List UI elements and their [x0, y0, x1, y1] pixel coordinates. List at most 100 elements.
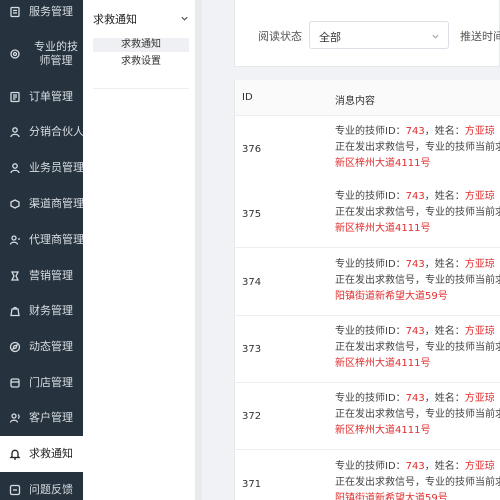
message-line-1: 专业的技师ID：743，姓名：方亚琼 [335, 257, 500, 273]
chevron-down-icon [180, 13, 189, 26]
technician-id: 743 [405, 259, 425, 270]
store-icon [7, 375, 23, 391]
technician-name: 方亚琼 [464, 126, 495, 137]
message-table: ID 消息内容 376 专业的技师ID：743，姓名：方亚琼 正在发出求救信号，专业… [234, 80, 500, 500]
table-row[interactable]: 371 专业的技师ID：743，姓名：方亚琼正在发出求救信号，专业的技师当前求阳镇… [235, 451, 500, 500]
message-prefix: 专业的技师ID： [335, 259, 406, 270]
message-prefix: 专业的技师ID： [335, 191, 406, 202]
message-line-2: 正在发出求救信号，专业的技师当前求 [335, 142, 500, 153]
dynamic-icon [7, 339, 23, 355]
sidebar-item-service[interactable]: 服务管理 [0, 2, 83, 22]
main-sidebar: 服务管理 专业的技师管理 订单管理 分销合伙人 业务员管理 渠道商管理 代理商管… [0, 0, 83, 500]
submenu-panel: 求救通知 求救通知 求救设置 [83, 0, 196, 500]
submenu-group-header[interactable]: 求救通知 [93, 12, 189, 26]
table-row[interactable]: 374 专业的技师ID：743，姓名：方亚琼正在发出求救信号，专业的技师当前求 阳镇… [235, 249, 500, 316]
technician-id: 743 [405, 461, 425, 472]
table-row[interactable]: 375 专业的技师ID：743，姓名：方亚琼 正在发出求救信号，专业的技师当前求 新区… [235, 181, 500, 248]
row-message: 专业的技师ID：743，姓名：方亚琼 正在发出求救信号，专业的技师当前求 新区梓州大… [335, 189, 500, 237]
technician-id: 743 [405, 326, 425, 337]
technician-icon [7, 46, 23, 62]
filter-bar: 阅读状态 全部 推送时间 [234, 0, 500, 67]
message-prefix: 专业的技师ID： [335, 326, 406, 337]
agent-icon [7, 232, 23, 248]
row-id: 376 [242, 144, 262, 155]
submenu-title: 求救通知 [93, 13, 137, 26]
table-row[interactable]: 373 专业的技师ID：743，姓名：方亚琼正在发出求救信号，专业的技师当前求 新区… [235, 316, 500, 383]
content-gap-strip [196, 0, 202, 500]
partner-icon [7, 124, 23, 140]
feedback-icon [7, 482, 23, 498]
sidebar-item-customer[interactable]: 客户管理 [0, 409, 83, 427]
message-name-prefix: ，姓名： [424, 326, 465, 337]
message-prefix: 专业的技师ID： [335, 393, 406, 404]
table-row[interactable]: 376 专业的技师ID：743，姓名：方亚琼正在发出求救信号，专业的技师当前求 新区… [235, 116, 500, 183]
read-status-select[interactable]: 全部 [309, 21, 449, 49]
sidebar-item-dynamic[interactable]: 动态管理 [0, 338, 83, 356]
sidebar-item-salesman[interactable]: 业务员管理 [0, 159, 83, 177]
order-icon [7, 89, 23, 105]
push-time-label: 推送时间 [460, 30, 500, 43]
service-icon [7, 4, 23, 20]
salesman-icon [7, 160, 23, 176]
row-message: 专业的技师ID：743，姓名：方亚琼 正在发出求救信号，专业的技师当前求 新区梓州大… [335, 391, 500, 439]
row-id: 375 [242, 209, 262, 220]
submenu-item-sos-settings[interactable]: 求救设置 [93, 55, 189, 69]
row-message: 专业的技师ID：743，姓名：方亚琼正在发出求救信号，专业的技师当前求 新区梓州大… [335, 324, 500, 372]
sidebar-item-marketing[interactable]: 营销管理 [0, 267, 83, 285]
column-header-id: ID [242, 92, 253, 103]
row-id: 371 [242, 479, 262, 490]
message-line-2: 正在发出求救信号，专业的技师当前求 [335, 275, 500, 286]
row-message: 专业的技师ID：743，姓名：方亚琼正在发出求救信号，专业的技师当前求 阳镇街道新… [335, 257, 500, 305]
sidebar-item-partner[interactable]: 分销合伙人 [0, 123, 83, 141]
app-root: 服务管理 专业的技师管理 订单管理 分销合伙人 业务员管理 渠道商管理 代理商管… [0, 0, 500, 500]
technician-id: 743 [405, 126, 425, 137]
row-id: 373 [242, 344, 262, 355]
marketing-icon [7, 268, 23, 284]
row-message: 专业的技师ID：743，姓名：方亚琼正在发出求救信号，专业的技师当前求 新区梓州大… [335, 124, 500, 172]
submenu-item-sos-notice[interactable]: 求救通知 [93, 38, 189, 52]
row-id: 374 [242, 277, 262, 288]
message-name-prefix: ，姓名： [424, 126, 465, 137]
message-address: 新区梓州大道4111号 [335, 158, 431, 169]
table-row[interactable]: 372 专业的技师ID：743，姓名：方亚琼 正在发出求救信号，专业的技师当前求 新区… [235, 383, 500, 450]
technician-name: 方亚琼 [464, 259, 495, 270]
table-header: ID 消息内容 [235, 80, 500, 116]
row-message: 专业的技师ID：743，姓名：方亚琼正在发出求救信号，专业的技师当前求阳镇街道新… [335, 459, 500, 500]
message-line-1: 专业的技师ID：743，姓名：方亚琼 [335, 459, 500, 475]
message-line-1: 专业的技师ID：743，姓名：方亚琼 [335, 324, 500, 340]
channel-icon [7, 196, 23, 212]
message-line-2: 正在发出求救信号，专业的技师当前求 [335, 207, 500, 218]
message-address: 新区梓州大道4111号 [335, 425, 431, 436]
message-line-1: 专业的技师ID：743，姓名：方亚琼 [335, 391, 500, 407]
message-line-1: 专业的技师ID：743，姓名：方亚琼 [335, 124, 500, 140]
message-prefix: 专业的技师ID： [335, 126, 406, 137]
message-address: 阳镇街道新希望大道59号 [335, 291, 448, 302]
sidebar-item-channel[interactable]: 渠道商管理 [0, 195, 83, 213]
sidebar-item-agent[interactable]: 代理商管理 [0, 231, 83, 249]
message-address: 阳镇街道新希望大道59号 [335, 493, 448, 500]
message-line-2: 正在发出求救信号，专业的技师当前求 [335, 342, 500, 353]
column-header-content: 消息内容 [335, 96, 375, 107]
sidebar-item-finance[interactable]: 财务管理 [0, 302, 83, 320]
sidebar-item-technician[interactable]: 专业的技师管理 [0, 38, 83, 70]
message-name-prefix: ，姓名： [424, 393, 465, 404]
sidebar-item-feedback[interactable]: 问题反馈 [0, 481, 83, 499]
finance-icon [7, 303, 23, 319]
technician-name: 方亚琼 [464, 393, 495, 404]
message-prefix: 专业的技师ID： [335, 461, 406, 472]
technician-name: 方亚琼 [464, 326, 495, 337]
message-name-prefix: ，姓名： [424, 461, 465, 472]
customer-icon [7, 410, 23, 426]
message-line-2: 正在发出求救信号，专业的技师当前求 [335, 477, 500, 488]
read-status-label: 阅读状态 [258, 30, 302, 43]
submenu-divider [93, 88, 189, 89]
technician-id: 743 [405, 393, 425, 404]
message-address: 新区梓州大道4111号 [335, 223, 431, 234]
sidebar-item-sos-notice[interactable]: 求救通知 [0, 436, 83, 472]
sidebar-item-order[interactable]: 订单管理 [0, 88, 83, 106]
technician-name: 方亚琼 [464, 461, 495, 472]
technician-id: 743 [405, 191, 425, 202]
message-address: 新区梓州大道4111号 [335, 358, 431, 369]
sidebar-item-store[interactable]: 门店管理 [0, 374, 83, 392]
read-status-value: 全部 [319, 31, 341, 44]
